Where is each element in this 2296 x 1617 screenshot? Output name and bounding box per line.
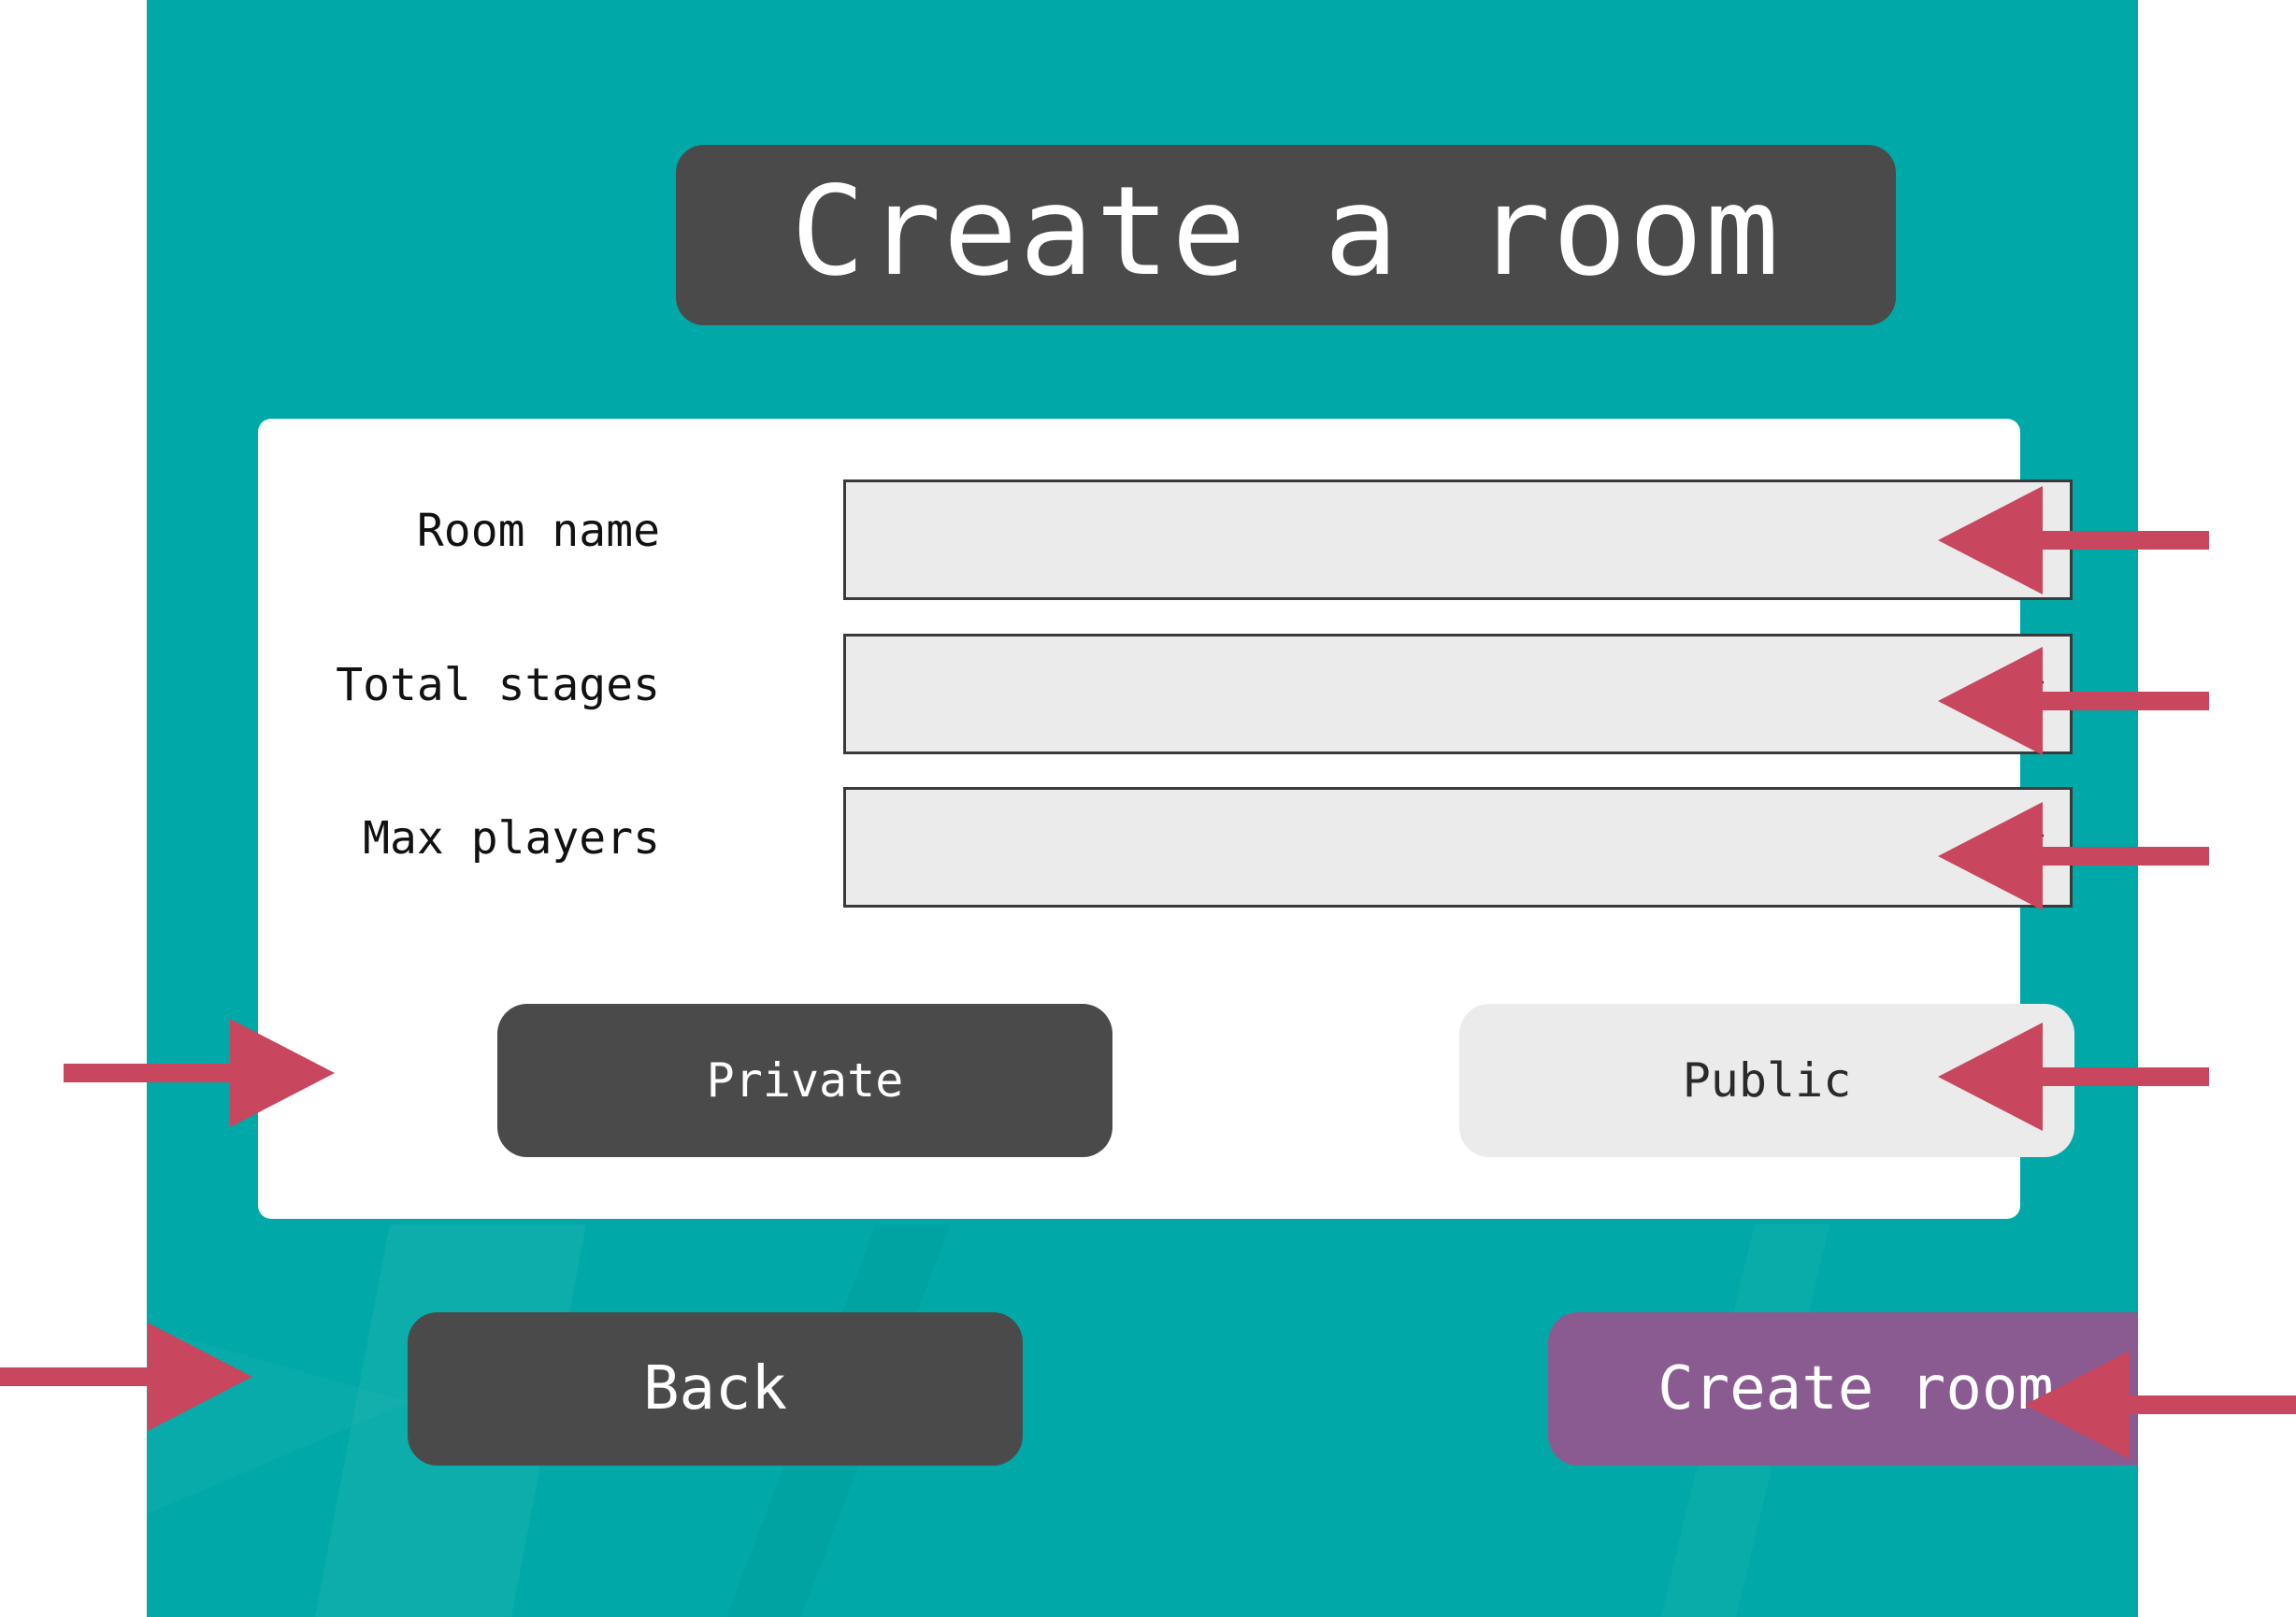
screen: Create a room Room name Total stages Max… [0, 0, 2296, 1617]
page-title: Create a room [790, 159, 1782, 304]
arrow-icon [1938, 486, 2209, 594]
back-button[interactable]: Back [408, 1312, 1023, 1466]
total-stages-select[interactable] [843, 634, 2073, 754]
max-players-select[interactable] [843, 787, 2073, 908]
total-stages-label: Total stages [336, 659, 660, 711]
arrow-icon [1938, 802, 2209, 910]
arrow-icon [0, 1323, 252, 1431]
room-name-input[interactable] [843, 479, 2073, 600]
arrow-icon [1938, 1023, 2209, 1131]
create-room-panel: Create a room Room name Total stages Max… [147, 0, 2138, 1617]
arrow-icon [64, 1019, 335, 1127]
page-title-banner: Create a room [676, 145, 1896, 325]
private-button[interactable]: Private [497, 1004, 1112, 1157]
arrow-icon [2025, 1351, 2296, 1459]
max-players-label: Max players [363, 812, 660, 865]
arrow-icon [1938, 647, 2209, 755]
room-name-label: Room name [416, 505, 660, 557]
